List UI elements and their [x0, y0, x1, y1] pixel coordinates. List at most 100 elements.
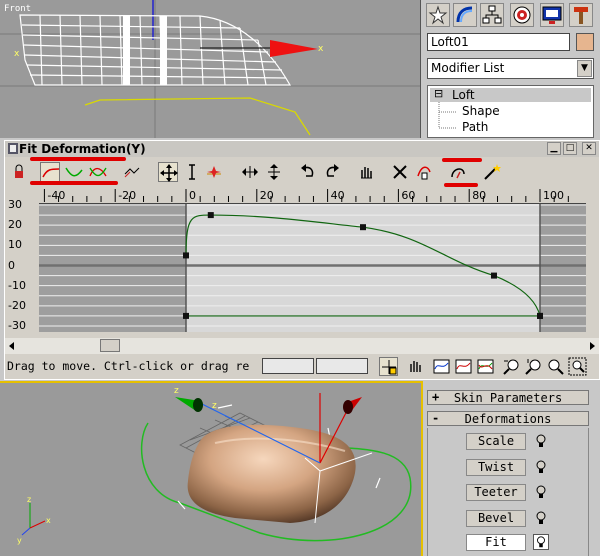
maximize-button[interactable]: □	[563, 142, 577, 155]
move-control-point-button[interactable]	[158, 162, 178, 182]
ruler-label: -20	[118, 189, 137, 202]
position-field[interactable]	[262, 358, 314, 374]
lock-aspect-button[interactable]	[9, 162, 29, 182]
horizontal-scrollbar[interactable]	[5, 338, 599, 354]
scroll-right-icon[interactable]	[585, 338, 599, 354]
rollout-title: Skin Parameters	[453, 391, 563, 405]
control-point[interactable]	[207, 212, 214, 219]
hierarchy-tab[interactable]	[480, 3, 504, 27]
zoom-region-button[interactable]	[568, 357, 587, 376]
rotate-cw-button[interactable]	[322, 162, 342, 182]
fit-window-titlebar[interactable]: Fit Deformation(Y) ▁ □ ✕	[5, 141, 599, 157]
get-shape-button[interactable]	[448, 162, 468, 182]
front-viewport-scene: x Front x	[0, 0, 420, 138]
hand-pan-button[interactable]	[406, 357, 425, 376]
y-axis-label: 0	[8, 258, 15, 272]
swap-curves-button[interactable]	[122, 162, 142, 182]
zoom-horizontal-icon	[455, 359, 472, 374]
control-point[interactable]	[183, 252, 189, 259]
out-of-range-left	[39, 204, 186, 332]
svg-text:z: z	[174, 386, 179, 396]
bevel-bulb-icon[interactable]	[533, 510, 549, 526]
utilities-tab[interactable]	[569, 3, 593, 27]
minimize-button[interactable]: ▁	[547, 142, 561, 155]
value-field[interactable]	[316, 358, 368, 374]
control-point[interactable]	[360, 224, 366, 231]
motion-tab[interactable]	[510, 3, 534, 27]
perspective-scene: z z z x y	[17, 386, 412, 545]
object-color-swatch[interactable]	[576, 33, 594, 51]
svg-text:x: x	[318, 44, 324, 54]
zoom-vertically-button[interactable]	[524, 357, 543, 376]
zoom-vertical-icon	[477, 359, 494, 374]
zoom-button[interactable]	[546, 357, 565, 376]
chevron-down-icon[interactable]: ▼	[577, 60, 592, 77]
y-axis-label: 10	[8, 238, 22, 252]
mirror-horizontal-button[interactable]	[240, 162, 260, 182]
insert-corner-point-button[interactable]	[204, 162, 224, 182]
zoom-vertical-extents-button[interactable]	[476, 357, 495, 376]
bevel-deformation-button[interactable]: Bevel	[466, 510, 526, 527]
twist-bulb-icon[interactable]	[533, 459, 549, 475]
reset-curve-button[interactable]	[414, 162, 434, 182]
delete-curve-button[interactable]	[390, 162, 410, 182]
scroll-thumb[interactable]	[100, 339, 120, 352]
scroll-left-icon[interactable]	[5, 338, 19, 354]
move-icon	[160, 164, 178, 182]
display-y-axis-button[interactable]	[64, 162, 84, 182]
ruler-label: 0	[189, 189, 196, 202]
motion-icon	[513, 6, 531, 24]
twist-deformation-button[interactable]: Twist	[466, 459, 526, 476]
control-point[interactable]	[537, 312, 543, 319]
scale-control-point-button[interactable]	[182, 162, 202, 182]
perspective-viewport[interactable]: z z z x y	[0, 381, 423, 556]
close-button[interactable]: ✕	[582, 142, 596, 155]
viewport-label[interactable]: Front	[4, 4, 31, 14]
reset-icon	[417, 166, 431, 180]
collapse-icon[interactable]: ⊟	[434, 87, 443, 100]
ruler-ticks	[43, 189, 569, 202]
create-tab[interactable]	[426, 3, 450, 27]
deformation-graph[interactable]	[39, 204, 586, 332]
modifier-list-dropdown[interactable]: Modifier List ▼	[427, 58, 594, 79]
stack-item-path[interactable]: Path	[462, 120, 488, 134]
tree-lines	[438, 102, 456, 129]
ruler-label: 20	[259, 189, 274, 202]
zoom-horizontally-button[interactable]	[502, 357, 521, 376]
mirror-vertical-button[interactable]	[264, 162, 284, 182]
front-viewport[interactable]: x Front x	[0, 0, 421, 138]
x-axis-gizmo[interactable]: x	[200, 40, 324, 57]
delete-control-point-button[interactable]	[356, 162, 376, 182]
stack-item-loft[interactable]: ⊟ Loft	[430, 87, 591, 102]
modify-tab[interactable]	[453, 3, 477, 27]
skin-parameters-rollout[interactable]: + Skin Parameters	[427, 390, 589, 405]
deformations-rollout[interactable]: - Deformations	[427, 411, 589, 426]
generate-path-button[interactable]	[482, 162, 502, 182]
zoom-extents-icon	[433, 359, 450, 374]
teeter-deformation-button[interactable]: Teeter	[466, 484, 526, 501]
display-x-axis-button[interactable]	[40, 162, 60, 182]
mirror-vertical-icon	[268, 164, 280, 180]
fit-deformation-button[interactable]: Fit	[466, 534, 526, 551]
scale-deformation-button[interactable]: Scale	[466, 433, 526, 450]
display-tab[interactable]	[540, 3, 564, 27]
create-icon	[428, 5, 448, 25]
scale-bulb-icon[interactable]	[533, 433, 549, 449]
rollout-border	[427, 428, 428, 556]
pan-button[interactable]	[379, 357, 398, 376]
zoom-horizontal-extents-button[interactable]	[454, 357, 473, 376]
stack-item-label: Loft	[452, 88, 475, 102]
control-point[interactable]	[183, 312, 189, 319]
zoom-extents-button[interactable]	[432, 357, 451, 376]
stack-item-shape[interactable]: Shape	[462, 104, 500, 118]
hierarchy-icon	[482, 5, 502, 24]
teeter-bulb-icon[interactable]	[533, 484, 549, 500]
y-axis-label: 20	[8, 218, 22, 232]
rotate-ccw-button[interactable]	[298, 162, 318, 182]
deformation-graph-canvas[interactable]	[39, 204, 586, 332]
display-xy-axes-button[interactable]	[88, 162, 108, 182]
object-name-input[interactable]: Loft01	[427, 33, 570, 51]
control-point[interactable]	[490, 272, 497, 279]
fit-bulb-icon[interactable]	[533, 534, 549, 550]
modifier-stack[interactable]: ⊟ Loft Shape Path	[427, 85, 594, 138]
